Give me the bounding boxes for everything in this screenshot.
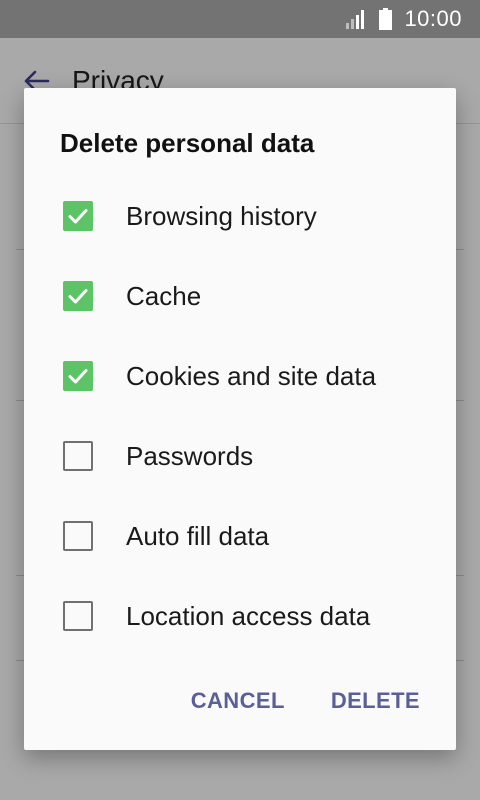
option-label: Passwords (126, 440, 254, 471)
checkbox-browsing-history[interactable] (63, 201, 93, 231)
status-bar: 10:00 (0, 0, 480, 38)
option-label: Browsing history (126, 200, 317, 231)
checkbox-location-access-data[interactable] (63, 601, 93, 631)
dialog-title: Delete personal data (60, 128, 315, 158)
option-passwords[interactable]: Passwords (24, 416, 456, 496)
signal-icon (346, 10, 365, 29)
cancel-button[interactable]: CANCEL (191, 688, 285, 714)
option-label: Cookies and site data (126, 360, 377, 391)
status-time: 10:00 (404, 6, 462, 31)
checkbox-cache[interactable] (63, 281, 93, 311)
option-label: Location access data (126, 600, 371, 631)
checkmark-icon (68, 369, 88, 384)
delete-personal-data-dialog: Delete personal data Browsing history Ca… (24, 88, 456, 750)
checkmark-icon (68, 289, 88, 304)
delete-button[interactable]: DELETE (331, 688, 420, 714)
battery-icon (379, 8, 393, 30)
dialog-actions: CANCEL DELETE (191, 688, 420, 714)
option-label: Auto fill data (126, 520, 270, 551)
option-cookies-and-site-data[interactable]: Cookies and site data (24, 336, 456, 416)
checkmark-icon (68, 209, 88, 224)
option-location-access-data[interactable]: Location access data (24, 576, 456, 656)
option-label: Cache (126, 280, 202, 311)
option-cache[interactable]: Cache (24, 256, 456, 336)
checkbox-passwords[interactable] (63, 441, 93, 471)
option-auto-fill-data[interactable]: Auto fill data (24, 496, 456, 576)
checkbox-auto-fill-data[interactable] (63, 521, 93, 551)
option-browsing-history[interactable]: Browsing history (24, 176, 456, 256)
checkbox-cookies-and-site-data[interactable] (63, 361, 93, 391)
